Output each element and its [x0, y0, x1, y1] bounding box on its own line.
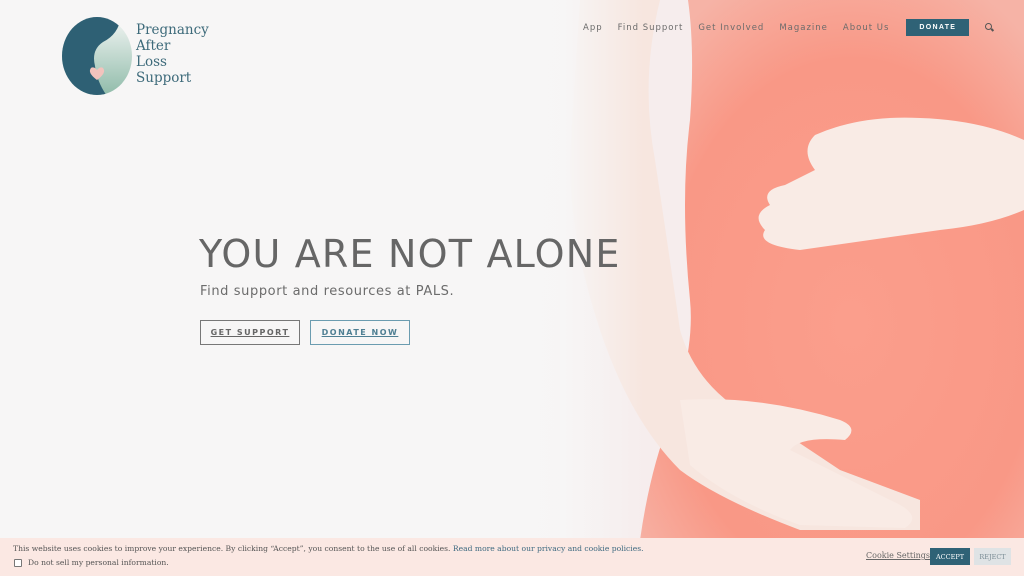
hero-subtitle: Find support and resources at PALS. [200, 284, 455, 299]
do-not-sell-checkbox[interactable] [14, 558, 22, 567]
privacy-policy-link[interactable]: Read more about our privacy and cookie p… [453, 544, 644, 553]
nav-item-app[interactable]: App [583, 23, 603, 33]
nav-item-get-involved[interactable]: Get Involved [698, 23, 764, 33]
cookie-message-text: This website uses cookies to improve you… [13, 544, 451, 553]
nav-item-find-support[interactable]: Find Support [618, 23, 684, 33]
do-not-sell-option[interactable]: Do not sell my personal information. [14, 558, 169, 567]
donate-now-button[interactable]: DONATE NOW [310, 320, 410, 345]
site-logo[interactable]: Pregnancy After Loss Support [61, 16, 209, 96]
logo-line: Pregnancy [136, 22, 209, 38]
logo-line: Support [136, 70, 192, 86]
accept-cookies-button[interactable]: ACCEPT [930, 548, 970, 565]
hero-image [560, 0, 1024, 540]
hero-title: YOU ARE NOT ALONE [199, 232, 621, 276]
cookie-settings-link[interactable]: Cookie Settings [866, 551, 930, 560]
nav-item-magazine[interactable]: Magazine [779, 23, 828, 33]
heart-circle-logo-icon [62, 17, 132, 95]
main-nav: App Find Support Get Involved Magazine A… [583, 19, 994, 36]
donate-button[interactable]: DONATE [906, 19, 970, 36]
cookie-banner: This website uses cookies to improve you… [0, 538, 1024, 576]
logo-line: Loss [136, 54, 167, 70]
logo-text: Pregnancy After Loss Support [136, 22, 209, 86]
search-icon[interactable] [985, 23, 994, 32]
do-not-sell-label: Do not sell my personal information. [28, 558, 169, 567]
cookie-message: This website uses cookies to improve you… [13, 544, 644, 553]
nav-item-about-us[interactable]: About Us [843, 23, 889, 33]
reject-cookies-button[interactable]: REJECT [974, 548, 1011, 565]
get-support-button[interactable]: GET SUPPORT [200, 320, 300, 345]
logo-line: After [136, 38, 171, 54]
